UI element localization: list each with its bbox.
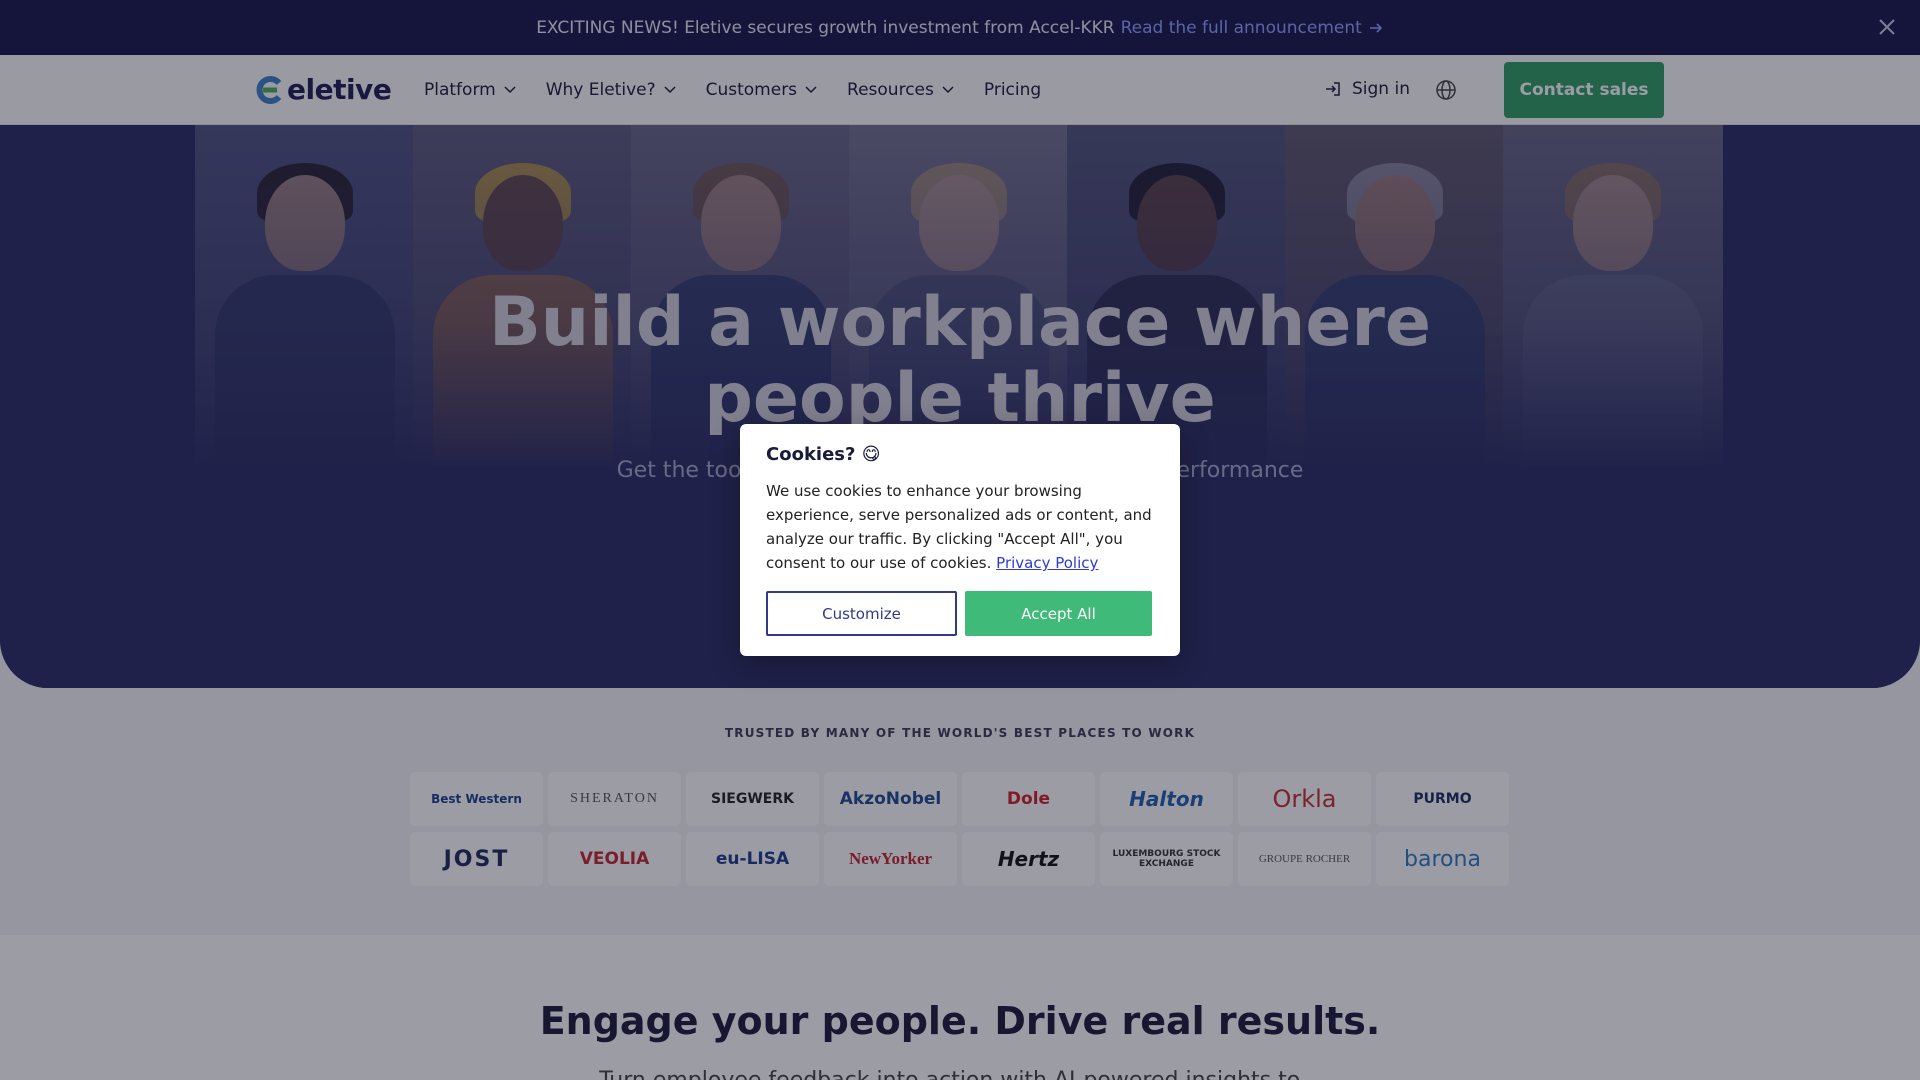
cookie-dialog: Cookies? 😋 We use cookies to enhance you…	[740, 424, 1180, 656]
customize-button[interactable]: Customize	[766, 591, 957, 636]
cookie-actions: Customize Accept All	[766, 591, 1152, 636]
privacy-policy-link[interactable]: Privacy Policy	[996, 554, 1098, 572]
accept-all-button[interactable]: Accept All	[965, 591, 1152, 636]
cookie-title: Cookies? 😋	[766, 444, 881, 465]
cookie-body: We use cookies to enhance your browsing …	[766, 479, 1154, 575]
